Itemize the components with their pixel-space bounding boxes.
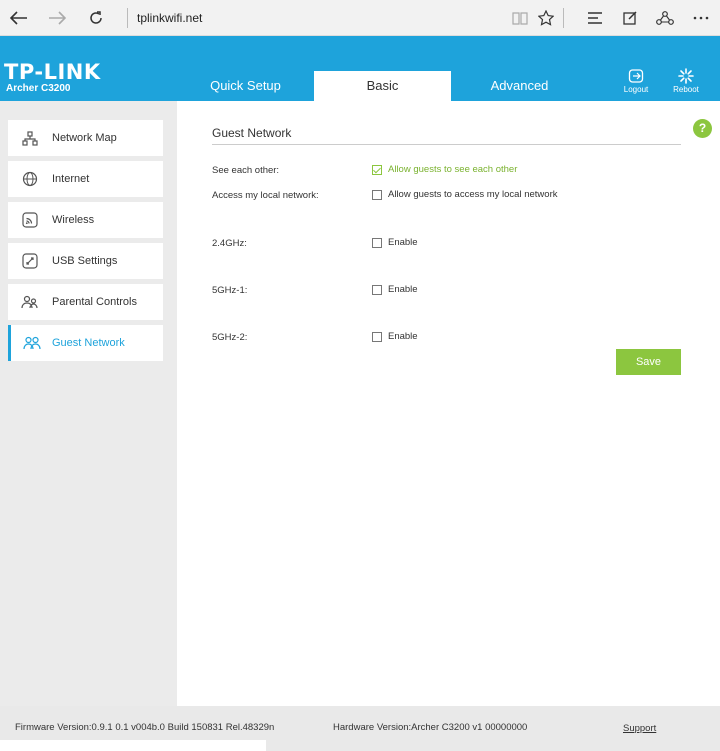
sidebar-item-guest-network[interactable]: Guest Network — [8, 325, 163, 361]
checkbox-unchecked[interactable] — [372, 331, 382, 342]
save-button[interactable]: Save — [616, 349, 681, 375]
support-link[interactable]: Support — [623, 723, 656, 734]
band-5ghz1-enable-checkbox[interactable]: Enable — [372, 284, 418, 295]
tab-basic[interactable]: Basic — [314, 71, 451, 101]
access-local-network-label: Access my local network: — [212, 190, 319, 201]
sidebar-item-label: Internet — [52, 173, 90, 185]
reboot-icon — [678, 68, 694, 84]
browser-toolbar: tplinkwifi.net — [0, 0, 720, 36]
see-each-other-checkbox[interactable]: Allow guests to see each other — [372, 164, 517, 175]
checkbox-unchecked[interactable] — [372, 284, 382, 295]
band-24ghz-label: 2.4GHz: — [212, 238, 247, 249]
hardware-version: Hardware Version:Archer C3200 v1 0000000… — [333, 722, 528, 733]
tab-advanced[interactable]: Advanced — [451, 71, 588, 101]
sidebar-item-network-map[interactable]: Network Map — [8, 120, 163, 156]
guest-network-icon — [11, 336, 52, 350]
sidebar-item-label: Wireless — [52, 214, 95, 226]
access-local-network-checkbox[interactable]: Allow guests to access my local network — [372, 189, 557, 200]
wireless-icon — [8, 212, 52, 228]
hub-icon[interactable] — [583, 6, 607, 30]
logout-button[interactable]: Logout — [616, 68, 656, 94]
sidebar-item-label: USB Settings — [52, 255, 118, 267]
band-5ghz2-label: 5GHz-2: — [212, 332, 248, 343]
firmware-version: Firmware Version:0.9.1 0.1 v004b.0 Build… — [15, 722, 275, 733]
network-map-icon — [8, 130, 52, 146]
help-icon[interactable]: ? — [693, 119, 712, 138]
forward-arrow-icon[interactable] — [45, 6, 69, 30]
checkbox-label: Enable — [388, 237, 418, 248]
parental-controls-icon — [8, 295, 52, 309]
sidebar: Network Map Internet Wireless USB Settin… — [0, 101, 177, 706]
title-divider — [212, 144, 681, 145]
checkbox-label: Allow guests to access my local network — [388, 189, 558, 200]
sidebar-item-label: Parental Controls — [52, 296, 137, 308]
checkbox-checked[interactable] — [372, 164, 382, 175]
logout-icon — [628, 69, 644, 83]
sidebar-item-label: Network Map — [52, 132, 117, 144]
checkbox-label: Allow guests to see each other — [388, 164, 518, 175]
toolbar-divider — [563, 8, 564, 28]
see-each-other-label: See each other: — [212, 165, 280, 176]
page-title: Guest Network — [212, 126, 292, 140]
band-5ghz2-enable-checkbox[interactable]: Enable — [372, 331, 418, 342]
footer-edge — [0, 740, 266, 751]
tab-quick-setup[interactable]: Quick Setup — [177, 71, 314, 101]
checkbox-unchecked[interactable] — [372, 237, 382, 248]
more-icon[interactable] — [689, 6, 713, 30]
sidebar-item-label: Guest Network — [52, 337, 125, 349]
sidebar-item-wireless[interactable]: Wireless — [8, 202, 163, 238]
checkbox-label: Enable — [388, 331, 418, 342]
back-arrow-icon[interactable] — [7, 6, 31, 30]
checkbox-label: Enable — [388, 284, 418, 295]
band-24ghz-enable-checkbox[interactable]: Enable — [372, 237, 418, 248]
main-panel: Guest Network ? See each other: Allow gu… — [177, 101, 720, 706]
reboot-label: Reboot — [673, 85, 699, 94]
refresh-icon[interactable] — [84, 6, 108, 30]
band-5ghz1-label: 5GHz-1: — [212, 285, 248, 296]
usb-icon — [8, 253, 52, 269]
globe-icon — [8, 171, 52, 187]
reading-view-icon[interactable] — [508, 6, 532, 30]
sidebar-item-internet[interactable]: Internet — [8, 161, 163, 197]
sidebar-item-usb-settings[interactable]: USB Settings — [8, 243, 163, 279]
share-icon[interactable] — [653, 6, 677, 30]
web-note-icon[interactable] — [618, 6, 642, 30]
favorite-star-icon[interactable] — [534, 6, 558, 30]
reboot-button[interactable]: Reboot — [666, 68, 706, 94]
sidebar-item-parental-controls[interactable]: Parental Controls — [8, 284, 163, 320]
tp-link-logo: TP-LINK — [4, 60, 101, 84]
address-bar[interactable]: tplinkwifi.net — [137, 11, 202, 25]
url-divider — [127, 8, 128, 28]
logout-label: Logout — [623, 85, 649, 94]
router-header: TP-LINK Archer C3200 Quick Setup Basic A… — [0, 36, 720, 101]
model-name: Archer C3200 — [6, 83, 71, 94]
checkbox-unchecked[interactable] — [372, 189, 382, 200]
